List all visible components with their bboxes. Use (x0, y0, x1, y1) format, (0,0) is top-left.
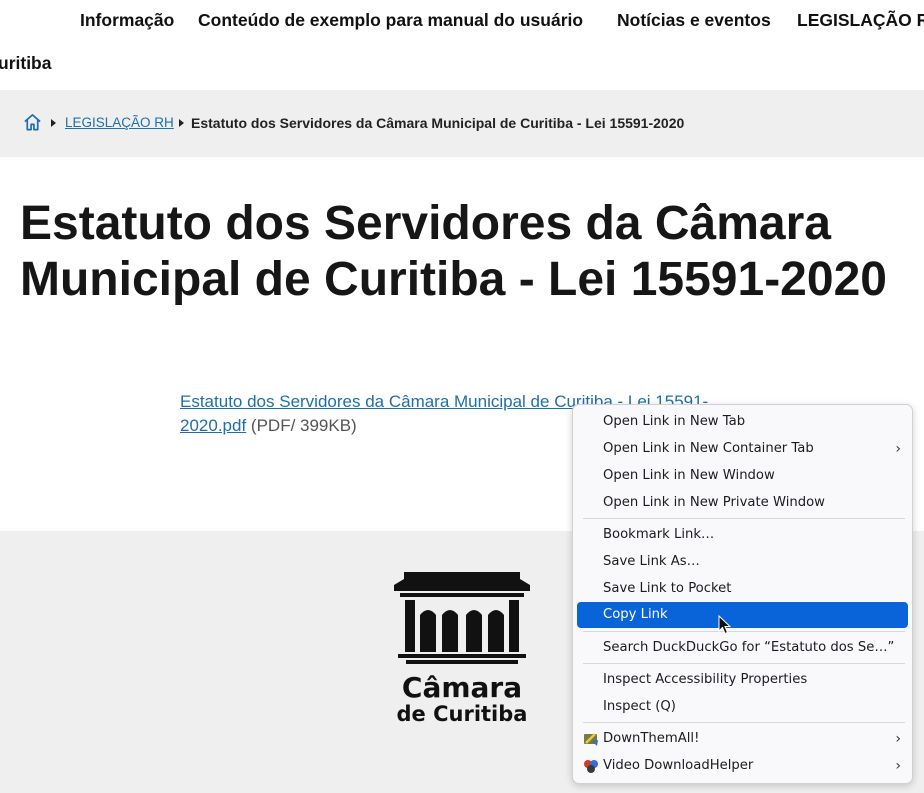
site-name-fragment[interactable]: uritiba (0, 53, 51, 74)
menu-item-label: Inspect (Q) (603, 699, 676, 714)
menu-item-label: Open Link in New Private Window (603, 495, 825, 510)
menu-open-new-window[interactable]: Open Link in New Window (577, 463, 908, 489)
menu-separator (583, 722, 905, 723)
home-icon[interactable] (23, 113, 42, 132)
menu-item-label: Bookmark Link… (603, 527, 715, 542)
logo-text-de-curitiba: de Curitiba (397, 702, 528, 723)
chevron-right-icon: › (895, 441, 901, 457)
menu-downthemall[interactable]: DownThemAll! › (577, 726, 908, 752)
nav-item-legislacao-rh[interactable]: LEGISLAÇÃO RH (797, 10, 924, 31)
breadcrumb-link-legislacao-rh[interactable]: LEGISLAÇÃO RH (65, 115, 174, 130)
menu-item-label: Open Link in New Tab (603, 414, 746, 429)
menu-inspect[interactable]: Inspect (Q) (577, 694, 908, 720)
file-meta: (PDF/ 399KB) (246, 416, 357, 435)
menu-item-label: Search DuckDuckGo for “Estatuto dos Se…” (603, 640, 895, 655)
menu-separator (583, 518, 905, 519)
top-navigation: Informação Conteúdo de exemplo para manu… (0, 0, 924, 91)
camara-curitiba-logo[interactable]: Câmara de Curitiba (392, 571, 532, 723)
menu-search-duckduckgo[interactable]: Search DuckDuckGo for “Estatuto dos Se…” (577, 635, 908, 661)
menu-save-link-as[interactable]: Save Link As… (577, 549, 908, 575)
menu-item-label: Video DownloadHelper (603, 758, 754, 773)
downthemall-icon (584, 733, 598, 746)
menu-item-label: Copy Link (603, 607, 668, 622)
menu-bookmark-link[interactable]: Bookmark Link… (577, 522, 908, 548)
menu-open-container-tab[interactable]: Open Link in New Container Tab › (577, 436, 908, 462)
menu-item-label: Save Link to Pocket (603, 581, 732, 596)
video-downloadhelper-icon (584, 760, 598, 773)
chevron-right-icon: › (895, 758, 901, 774)
menu-item-label: DownThemAll! (603, 731, 700, 746)
nav-item-noticias-eventos[interactable]: Notícias e eventos (617, 10, 771, 31)
menu-save-to-pocket[interactable]: Save Link to Pocket (577, 576, 908, 602)
menu-video-downloadhelper[interactable]: Video DownloadHelper › (577, 753, 908, 779)
menu-item-label: Inspect Accessibility Properties (603, 672, 808, 687)
menu-copy-link[interactable]: Copy Link (577, 602, 908, 628)
menu-open-new-tab[interactable]: Open Link in New Tab (577, 409, 908, 435)
chevron-right-icon: › (895, 731, 901, 747)
context-menu: Open Link in New Tab Open Link in New Co… (572, 404, 913, 784)
breadcrumb-separator-icon (179, 119, 184, 127)
logo-text-camara: Câmara (402, 671, 522, 704)
menu-separator (583, 663, 905, 664)
page-title: Estatuto dos Servidores da Câmara Munici… (20, 197, 887, 306)
menu-separator (583, 631, 905, 632)
menu-item-label: Open Link in New Window (603, 468, 775, 483)
menu-open-private-window[interactable]: Open Link in New Private Window (577, 490, 908, 516)
breadcrumb-separator-icon (51, 119, 56, 127)
nav-item-conteudo-exemplo[interactable]: Conteúdo de exemplo para manual do usuár… (198, 10, 583, 31)
menu-item-label: Open Link in New Container Tab (603, 441, 814, 456)
menu-inspect-accessibility[interactable]: Inspect Accessibility Properties (577, 667, 908, 693)
breadcrumb-current: Estatuto dos Servidores da Câmara Munici… (191, 115, 685, 131)
nav-item-informacao[interactable]: Informação (80, 10, 174, 31)
menu-item-label: Save Link As… (603, 554, 700, 569)
